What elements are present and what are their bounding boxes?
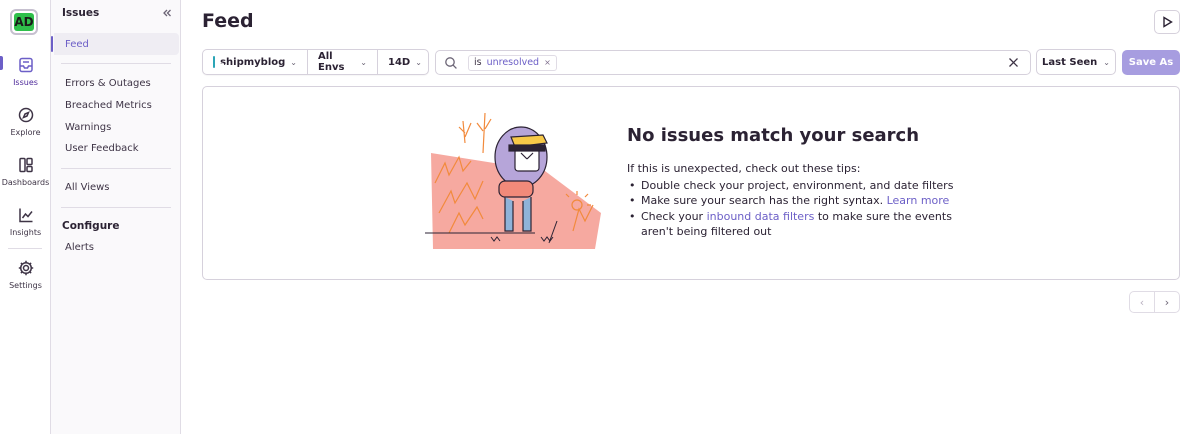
configure-heading: Configure [62,220,120,232]
tip-text: Double check your project, environment, … [641,178,954,192]
subnav-item-warnings[interactable]: Warnings [51,116,176,138]
chevron-down-icon: ⌄ [360,57,367,67]
learn-more-link[interactable]: Learn more [887,194,950,207]
project-icon [213,56,225,68]
subnav-item-breached-metrics[interactable]: Breached Metrics [51,94,176,116]
empty-state-illustration [425,113,601,249]
date-range-label: 14D [388,56,411,68]
subnav-item-user-feedback[interactable]: User Feedback [51,137,176,159]
next-page-button[interactable]: › [1155,292,1179,312]
rail-item-explore[interactable]: Explore [0,106,51,150]
previous-page-button[interactable]: ‹ [1130,292,1155,312]
chevron-down-icon: ⌄ [1103,57,1110,67]
environment-selector[interactable]: All Envs ⌄ [308,50,378,74]
search-icon [445,56,457,69]
subnav-item-alerts[interactable]: Alerts [51,236,176,258]
issues-icon [18,57,33,73]
dashboard-icon [18,157,33,173]
issue-search-bar[interactable]: is unresolved × [435,50,1031,75]
project-selector[interactable]: shipmyblog ⌄ [203,50,308,74]
token-value[interactable]: unresolved [487,57,539,68]
gear-icon [18,260,33,276]
search-token[interactable]: is unresolved × [468,54,557,71]
primary-sidebar: AD Issues Explore Dashboards Insights Se… [0,0,51,434]
chevron-down-icon: ⌄ [290,57,297,67]
inbound-filters-link[interactable]: inbound data filters [707,210,815,223]
subnav-item-feed[interactable]: Feed [51,33,179,55]
subnav-divider [61,207,171,208]
rail-label: Issues [13,78,38,87]
page-title: Feed [202,10,254,32]
environment-label: All Envs [318,51,345,73]
rail-label: Explore [10,128,41,137]
page-filter-bar: shipmyblog ⌄ All Envs ⌄ 14D ⌄ [202,49,429,75]
token-key: is [474,57,482,68]
rail-label: Insights [9,228,42,237]
rail-item-issues[interactable]: Issues [0,56,51,100]
clear-search-icon[interactable] [1007,56,1020,69]
project-name: shipmyblog [220,56,286,68]
subnav-title: Issues [62,7,100,19]
pagination: ‹ › [1129,291,1180,313]
rail-divider [8,248,42,249]
tip-text: Check your [641,209,704,223]
tips-list: Double check your project, environment, … [627,178,972,240]
empty-state-title: No issues match your search [627,125,920,146]
tip-item: Check your inbound data filters to make … [627,209,972,240]
rail-item-dashboards[interactable]: Dashboards [0,156,51,200]
sort-label: Last Seen [1042,56,1098,68]
tip-text: Make sure your search has the right synt… [641,194,884,207]
live-updates-button[interactable] [1154,10,1180,34]
tip-item: Make sure your search has the right synt… [627,193,972,209]
subnav-divider [61,63,171,64]
empty-state-tips: If this is unexpected, check out these t… [627,161,972,240]
empty-state-panel: No issues match your search If this is u… [202,86,1180,280]
sort-dropdown[interactable]: Last Seen ⌄ [1036,49,1116,75]
org-avatar[interactable]: AD [10,9,38,35]
save-as-button[interactable]: Save As [1122,50,1180,75]
collapse-sidebar-button[interactable] [159,5,175,21]
secondary-sidebar: Issues Feed Errors & Outages Breached Me… [51,0,181,434]
chart-icon [18,208,33,223]
rail-label: Dashboards [1,178,50,187]
subnav-divider [61,168,171,169]
date-range-selector[interactable]: 14D ⌄ [378,50,428,74]
subnav-item-errors-outages[interactable]: Errors & Outages [51,72,176,94]
tip-item: Double check your project, environment, … [627,178,972,194]
chevron-down-icon: ⌄ [415,57,422,67]
compass-icon [18,107,33,123]
rail-item-insights[interactable]: Insights [0,206,51,250]
rail-label: Settings [9,281,42,290]
play-icon [1162,16,1173,28]
org-initials: AD [14,13,34,31]
rail-item-settings[interactable]: Settings [0,259,51,303]
double-chevron-left-icon [163,9,171,17]
remove-token-icon[interactable]: × [544,58,551,67]
subnav-item-all-views[interactable]: All Views [51,176,176,198]
tips-intro: If this is unexpected, check out these t… [627,162,861,175]
